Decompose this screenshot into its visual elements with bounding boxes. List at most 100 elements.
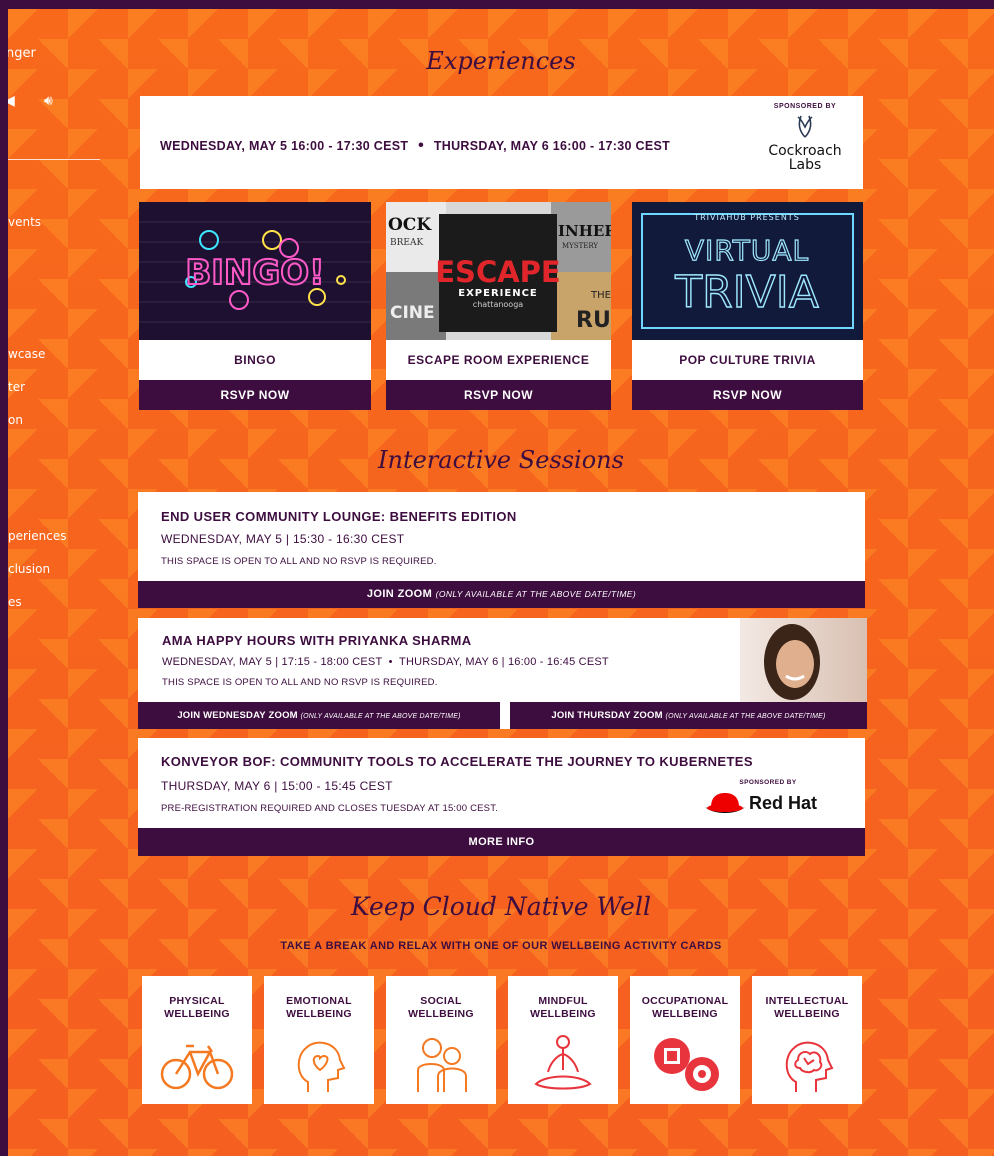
- join-thursday-note: (ONLY AVAILABLE AT THE ABOVE DATE/TIME): [665, 713, 826, 720]
- redhat-logo: Red Hat: [703, 789, 833, 817]
- date-wednesday: WEDNESDAY, MAY 5 16:00 - 17:30 CEST: [160, 139, 409, 153]
- experience-card-bingo: BINGO! BINGO RSVP NOW: [139, 202, 371, 410]
- experience-name: BINGO: [139, 340, 371, 380]
- escape-image-location: chattanooga: [473, 300, 523, 309]
- previous-icon[interactable]: ◀: [8, 93, 15, 109]
- session-card-ama-happy-hours: AMA HAPPY HOURS WITH PRIYANKA SHARMA WED…: [138, 618, 867, 729]
- sponsor-block: SPONSORED BY Cockroach Labs: [755, 103, 855, 172]
- wellbeing-label-line2: WELLBEING: [164, 1008, 230, 1020]
- wellbeing-label-line2: WELLBEING: [652, 1008, 718, 1020]
- experiences-date-banner: WEDNESDAY, MAY 5 16:00 - 17:30 CEST • TH…: [140, 96, 863, 189]
- interactive-sessions-title: Interactive Sessions: [378, 446, 624, 474]
- sidebar-item[interactable]: es: [8, 595, 22, 609]
- head-heart-icon: [297, 1041, 346, 1092]
- date-thursday: THURSDAY, MAY 6 16:00 - 17:30 CEST: [433, 139, 671, 153]
- bingo-image-text: BINGO!: [185, 253, 324, 293]
- sidebar-item[interactable]: wcase: [8, 347, 45, 361]
- redhat-hat-icon: [705, 793, 745, 813]
- experiences-title: Experiences: [426, 47, 576, 75]
- session-title: KONVEYOR BOF: COMMUNITY TOOLS TO ACCELER…: [161, 754, 753, 769]
- wellbeing-card-mindful[interactable]: MINDFUL WELLBEING: [508, 976, 618, 1104]
- wellbeing-label-line1: PHYSICAL: [169, 995, 225, 1007]
- wellbeing-label-line2: WELLBEING: [530, 1008, 596, 1020]
- trivia-image: TRIVIAHUB PRESENTS VIRTUAL TRIVIA: [632, 202, 863, 340]
- wellbeing-label-line2: WELLBEING: [408, 1008, 474, 1020]
- content-area: nger ◀ 🔊︎ vents wcase ter on periences c…: [8, 9, 994, 1156]
- session-note: THIS SPACE IS OPEN TO ALL AND NO RSVP IS…: [162, 677, 438, 688]
- wellbeing-label-line1: SOCIAL: [420, 995, 462, 1007]
- session-time: THURSDAY, MAY 6 | 15:00 - 15:45 CEST: [161, 779, 393, 793]
- wellbeing-label-line1: INTELLECTUAL: [765, 995, 849, 1007]
- escape-image-subtext: EXPERIENCE: [458, 288, 538, 299]
- session-title: AMA HAPPY HOURS WITH PRIYANKA SHARMA: [162, 633, 472, 648]
- escape-fragment-7: RUN: [576, 308, 611, 333]
- sponsor-name: Red Hat: [749, 793, 818, 813]
- wellbeing-title: Keep Cloud Native Well: [351, 892, 651, 921]
- wellbeing-label-line1: OCCUPATIONAL: [641, 995, 729, 1007]
- session-card-end-user-lounge: END USER COMMUNITY LOUNGE: BENEFITS EDIT…: [138, 492, 865, 608]
- sidebar-item[interactable]: ter: [8, 380, 25, 394]
- wellbeing-card-occupational[interactable]: OCCUPATIONAL WELLBEING: [630, 976, 740, 1104]
- session-time: WEDNESDAY, MAY 5 | 15:30 - 16:30 CEST: [161, 532, 405, 546]
- rsvp-button-bingo[interactable]: RSVP NOW: [139, 380, 371, 410]
- bicycle-icon: [160, 1044, 234, 1090]
- join-thursday-label: JOIN THURSDAY ZOOM: [551, 710, 663, 721]
- escape-fragment-3: INHERI: [558, 222, 611, 240]
- session-note: PRE-REGISTRATION REQUIRED AND CLOSES TUE…: [161, 803, 498, 814]
- sidebar-item[interactable]: vents: [8, 215, 41, 229]
- sidebar-divider: [8, 159, 100, 160]
- session-title: END USER COMMUNITY LOUNGE: BENEFITS EDIT…: [161, 509, 517, 524]
- escape-fragment-4: MYSTERY: [562, 242, 598, 250]
- experience-card-escape-room: OCK BREAK INHERI MYSTERY CINE THE RUN ES…: [386, 202, 611, 410]
- experience-card-trivia: TRIVIAHUB PRESENTS VIRTUAL TRIVIA POP CU…: [632, 202, 863, 410]
- wellbeing-label-line2: WELLBEING: [774, 1008, 840, 1020]
- bingo-image: BINGO!: [139, 202, 371, 340]
- meditation-icon: [534, 1035, 592, 1090]
- brain-icon: [785, 1041, 834, 1092]
- trivia-image-text-2: TRIVIA: [674, 267, 819, 318]
- join-wednesday-note: (ONLY AVAILABLE AT THE ABOVE DATE/TIME): [300, 713, 461, 720]
- wellbeing-label-line1: MINDFUL: [538, 995, 588, 1007]
- wellbeing-card-intellectual[interactable]: INTELLECTUAL WELLBEING: [752, 976, 862, 1104]
- join-zoom-label: JOIN ZOOM: [366, 588, 433, 600]
- rsvp-button-escape-room[interactable]: RSVP NOW: [386, 380, 611, 410]
- page-frame: nger ◀ 🔊︎ vents wcase ter on periences c…: [0, 0, 994, 1156]
- sponsored-by-label: SPONSORED BY: [773, 103, 837, 110]
- escape-image-text: ESCAPE: [435, 255, 561, 289]
- escape-fragment-2: BREAK: [390, 238, 423, 248]
- wellbeing-card-social[interactable]: SOCIAL WELLBEING: [386, 976, 496, 1104]
- sidebar: nger ◀ 🔊︎ vents wcase ter on periences c…: [8, 9, 118, 1156]
- speaker-photo: [740, 618, 867, 702]
- rsvp-button-trivia[interactable]: RSVP NOW: [632, 380, 863, 410]
- people-icon: [417, 1038, 467, 1092]
- volume-icon[interactable]: 🔊︎: [44, 93, 53, 109]
- trivia-image-top-text: TRIVIAHUB PRESENTS: [693, 213, 800, 222]
- join-wednesday-zoom-button[interactable]: JOIN WEDNESDAY ZOOM (ONLY AVAILABLE AT T…: [138, 702, 500, 729]
- cockroach-logo-icon: [797, 115, 813, 138]
- session-time: WEDNESDAY, MAY 5 | 17:15 - 18:00 CEST • …: [162, 656, 609, 668]
- join-zoom-button[interactable]: JOIN ZOOM (ONLY AVAILABLE AT THE ABOVE D…: [138, 581, 865, 608]
- wellbeing-label-line1: EMOTIONAL: [286, 995, 352, 1007]
- wellbeing-card-emotional[interactable]: EMOTIONAL WELLBEING: [264, 976, 374, 1104]
- more-info-button[interactable]: MORE INFO: [138, 828, 865, 856]
- escape-room-image: OCK BREAK INHERI MYSTERY CINE THE RUN ES…: [386, 202, 611, 340]
- sponsor-name: Cockroach Labs: [768, 143, 842, 173]
- sidebar-item[interactable]: periences: [8, 529, 67, 543]
- trivia-image-text-1: VIRTUAL: [685, 234, 809, 267]
- join-thursday-zoom-button[interactable]: JOIN THURSDAY ZOOM (ONLY AVAILABLE AT TH…: [510, 702, 867, 729]
- sidebar-item[interactable]: on: [8, 413, 23, 427]
- experience-name: ESCAPE ROOM EXPERIENCE: [386, 340, 611, 380]
- session-note: THIS SPACE IS OPEN TO ALL AND NO RSVP IS…: [161, 556, 437, 567]
- join-wednesday-label: JOIN WEDNESDAY ZOOM: [177, 710, 298, 721]
- wellbeing-subtitle: TAKE A BREAK AND RELAX WITH ONE OF OUR W…: [280, 940, 722, 952]
- experience-name: POP CULTURE TRIVIA: [632, 340, 863, 380]
- sidebar-item[interactable]: clusion: [8, 562, 50, 576]
- join-zoom-note: (ONLY AVAILABLE AT THE ABOVE DATE/TIME): [435, 589, 637, 599]
- gears-icon: [654, 1038, 719, 1091]
- escape-fragment-5: CINE: [390, 303, 435, 323]
- escape-fragment-6: THE: [590, 290, 611, 301]
- escape-fragment-1: OCK: [388, 215, 432, 235]
- wellbeing-label-line2: WELLBEING: [286, 1008, 352, 1020]
- sponsored-by-label: SPONSORED BY: [739, 779, 797, 786]
- wellbeing-card-physical[interactable]: PHYSICAL WELLBEING: [142, 976, 252, 1104]
